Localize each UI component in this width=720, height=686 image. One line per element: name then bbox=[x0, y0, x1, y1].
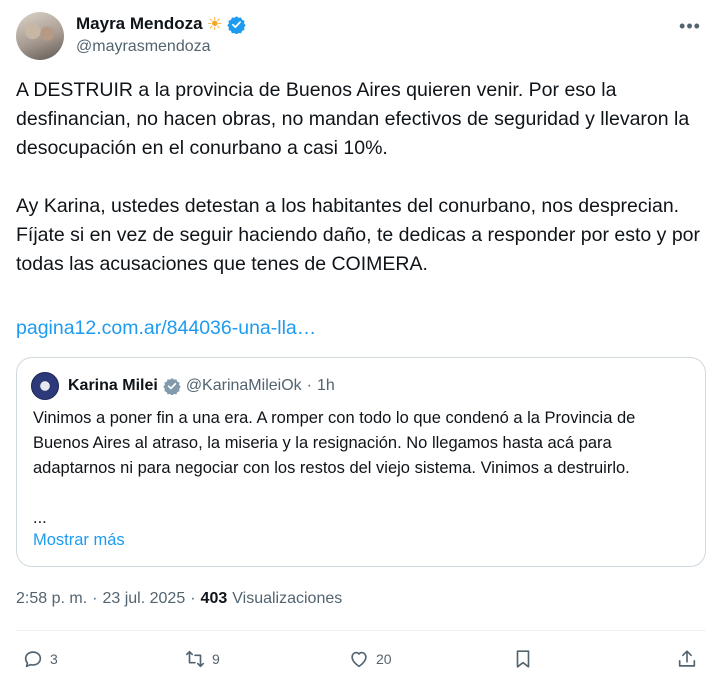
tweet-paragraph-2: Ay Karina, ustedes detestan a los habita… bbox=[16, 195, 701, 275]
quoted-author-avatar[interactable] bbox=[31, 372, 59, 400]
tweet-link[interactable]: pagina12.com.ar/844036-una-lla… bbox=[16, 314, 316, 343]
sun-emoji-icon: ☀ bbox=[206, 14, 223, 34]
author-name-row: Mayra Mendoza ☀ bbox=[76, 14, 246, 34]
gray-verified-badge-icon[interactable] bbox=[163, 377, 181, 395]
quoted-author-name[interactable]: Karina Milei bbox=[68, 377, 158, 395]
like-count: 20 bbox=[376, 651, 392, 667]
repost-count: 9 bbox=[212, 651, 220, 667]
verified-badge-icon[interactable] bbox=[227, 15, 246, 34]
quoted-time[interactable]: 1h bbox=[317, 377, 335, 395]
quoted-ellipsis: ... bbox=[33, 509, 47, 527]
quoted-author-handle[interactable]: @KarinaMileiOk bbox=[186, 377, 302, 395]
tweet-paragraph-1: A DESTRUIR a la provincia de Buenos Aire… bbox=[16, 79, 690, 159]
action-bar: 3 9 20 bbox=[16, 644, 706, 680]
meta-separator-1: · bbox=[92, 590, 98, 607]
actions-divider bbox=[16, 630, 706, 631]
quoted-separator: · bbox=[306, 377, 312, 394]
views-label: Visualizaciones bbox=[232, 590, 343, 607]
share-button[interactable] bbox=[676, 648, 698, 670]
views-count: 403 bbox=[200, 590, 228, 607]
tweet-header: Mayra Mendoza ☀ @mayrasmendoza ••• bbox=[16, 10, 706, 62]
tweet-time[interactable]: 2:58 p. m. bbox=[16, 590, 87, 608]
reply-button[interactable]: 3 bbox=[22, 648, 58, 670]
reply-count: 3 bbox=[50, 651, 58, 667]
meta-separator-2: · bbox=[190, 590, 196, 607]
heart-icon bbox=[351, 651, 367, 668]
reply-icon bbox=[24, 651, 42, 668]
quoted-tweet-text: Vinimos a poner fin a una era. A romper … bbox=[33, 409, 636, 477]
tweet-text: A DESTRUIR a la provincia de Buenos Aire… bbox=[16, 76, 702, 279]
tweet-date[interactable]: 23 jul. 2025 bbox=[102, 590, 185, 608]
author-handle[interactable]: @mayrasmendoza bbox=[76, 38, 211, 56]
share-icon bbox=[678, 650, 696, 667]
author-avatar[interactable] bbox=[16, 12, 64, 60]
more-options-icon[interactable]: ••• bbox=[678, 14, 702, 38]
repost-icon bbox=[185, 650, 205, 668]
quoted-tweet-header: Karina Milei @KarinaMileiOk · 1h bbox=[31, 372, 335, 400]
author-display-name[interactable]: Mayra Mendoza bbox=[76, 14, 203, 34]
like-button[interactable]: 20 bbox=[348, 648, 392, 670]
show-more-link[interactable]: Mostrar más bbox=[33, 528, 125, 553]
repost-button[interactable]: 9 bbox=[184, 648, 220, 670]
tweet-metadata: 2:58 p. m. · 23 jul. 2025 · 403 Visualiz… bbox=[16, 590, 342, 608]
bookmark-icon bbox=[516, 650, 530, 668]
quoted-tweet-card[interactable]: Karina Milei @KarinaMileiOk · 1h Vinimos… bbox=[16, 357, 706, 567]
bookmark-button[interactable] bbox=[512, 648, 534, 670]
